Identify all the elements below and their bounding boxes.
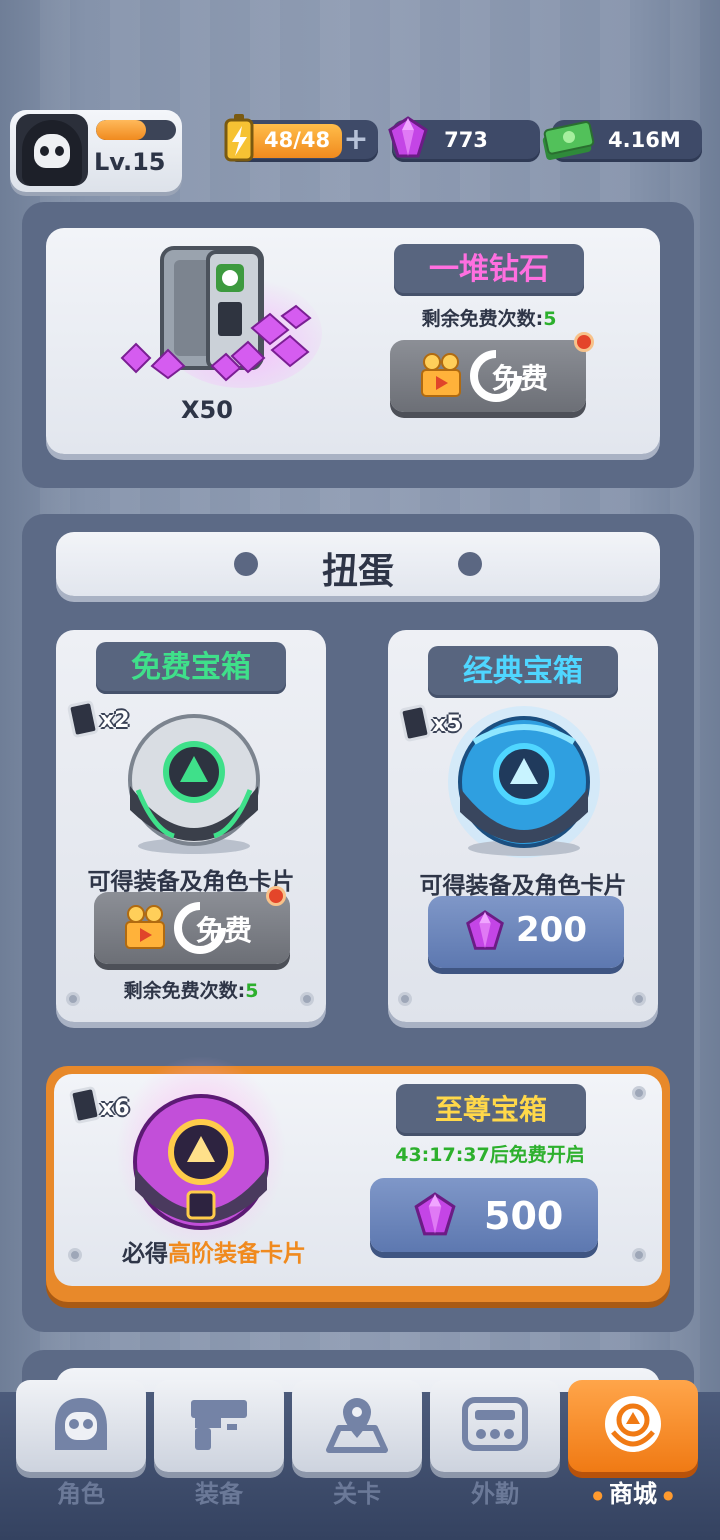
screw [632,992,646,1006]
gem-vault-icon [120,246,322,388]
free-chest-card[interactable]: 免费宝箱 x2 可得装备及角色卡片 免费 剩余免费次数:5 [56,630,326,1022]
console-icon [462,1397,528,1451]
bottom-nav: 角色 装备 关卡 外勤 ● 商城 ● [0,1380,720,1540]
screw [66,992,80,1006]
nav-stage-label: 关卡 [333,1480,381,1508]
screw [632,1086,646,1100]
gun-icon [191,1400,247,1450]
supreme-chest-desc: 必得高阶装备卡片 [122,1241,306,1267]
skull-icon [55,1398,107,1450]
diamond-pile-card: X50 一堆钻石 剩余免费次数:5 免费 [46,228,660,454]
supreme-chest-title: 至尊宝箱 [396,1084,586,1136]
gacha-header: 扭蛋 [56,532,660,596]
classic-chest-title: 经典宝箱 [428,646,618,698]
screw [68,1248,82,1262]
notification-dot [266,886,286,906]
nav-field-label: 外勤 [471,1480,519,1508]
xp-bar [96,120,176,140]
supreme-chest-timer: 43:17:37后免费开启 [395,1144,585,1166]
free-capsule-icon [128,714,260,854]
notification-dot [574,332,594,352]
diamond-button-label: 免费 [492,362,549,395]
classic-chest-buy-button[interactable]: 200 [428,896,624,968]
video-camera-icon [421,353,461,397]
screw [398,992,412,1006]
nav-character-button[interactable]: 角色 [16,1380,146,1508]
classic-chest-price: 200 [516,910,587,950]
shop-icon [605,1396,661,1452]
battery-icon [224,114,254,162]
card-icon [398,703,432,743]
video-camera-icon [125,905,165,949]
energy-counter[interactable]: 48/48 + [224,114,378,162]
nav-stage-button[interactable]: 关卡 [292,1380,422,1508]
header-bullet-right [458,552,482,576]
card-icon [66,699,100,739]
gem-value: 773 [444,128,488,152]
gem-counter[interactable]: 773 [388,116,540,162]
supreme-chest-frame: x6 必得高阶装备卡片 至尊宝箱 43:17:37后免费开启 500 [46,1056,670,1302]
supreme-chest-card[interactable]: x6 必得高阶装备卡片 至尊宝箱 43:17:37后免费开启 500 [54,1056,662,1286]
classic-chest-card[interactable]: 经典宝箱 x5 可得装备及角色卡片 200 [388,630,658,1022]
nav-equipment-label: 装备 [195,1480,243,1508]
nav-field-button[interactable]: 外勤 [430,1380,560,1508]
free-chest-remaining: 剩余免费次数:5 [123,980,259,1002]
cash-counter[interactable]: 4.16M [542,120,702,162]
add-energy-button[interactable]: + [342,125,370,155]
map-pin-icon [326,1398,388,1453]
diamond-pile-panel: X50 一堆钻石 剩余免费次数:5 免费 [22,202,694,488]
avatar[interactable] [16,114,88,186]
supreme-chest-price: 500 [484,1194,564,1238]
supreme-capsule-icon [116,1056,286,1248]
screw [300,992,314,1006]
gacha-panel: 扭蛋 免费宝箱 x2 可得装备及角色卡片 免费 剩余免费次数:5 经典宝箱 x5… [22,514,694,1332]
gacha-section-title: 扭蛋 [321,551,394,592]
nav-shop-label: 商城 [568,1474,698,1509]
nav-equipment-button[interactable]: 装备 [154,1380,284,1508]
gem-icon [414,1192,456,1236]
diamond-pile-title: 一堆钻石 [394,244,584,296]
nav-shop-button[interactable]: 商城 [568,1380,698,1508]
cash-icon [542,121,595,160]
free-chest-video-button[interactable]: 免费 [94,886,290,964]
gem-icon [466,910,504,950]
free-chest-button-label: 免费 [196,914,253,947]
free-chest-title: 免费宝箱 [96,642,286,694]
diamond-quantity: X50 [181,396,233,424]
classic-chest-desc: 可得装备及角色卡片 [419,873,627,899]
supreme-chest-buy-button[interactable]: 500 [370,1178,598,1252]
card-icon [68,1085,102,1125]
energy-value: 48/48 [264,128,331,152]
player-profile[interactable]: Lv.15 [10,110,182,192]
cash-value: 4.16M [608,128,681,152]
header-bullet-left [234,552,258,576]
diamond-free-video-button[interactable]: 免费 [390,332,594,412]
classic-capsule-icon [448,706,600,858]
free-chest-desc: 可得装备及角色卡片 [87,869,295,895]
nav-character-label: 角色 [57,1480,105,1508]
screw [632,1248,646,1262]
level-label: Lv.15 [94,148,166,176]
diamond-remaining: 剩余免费次数:5 [421,308,557,330]
